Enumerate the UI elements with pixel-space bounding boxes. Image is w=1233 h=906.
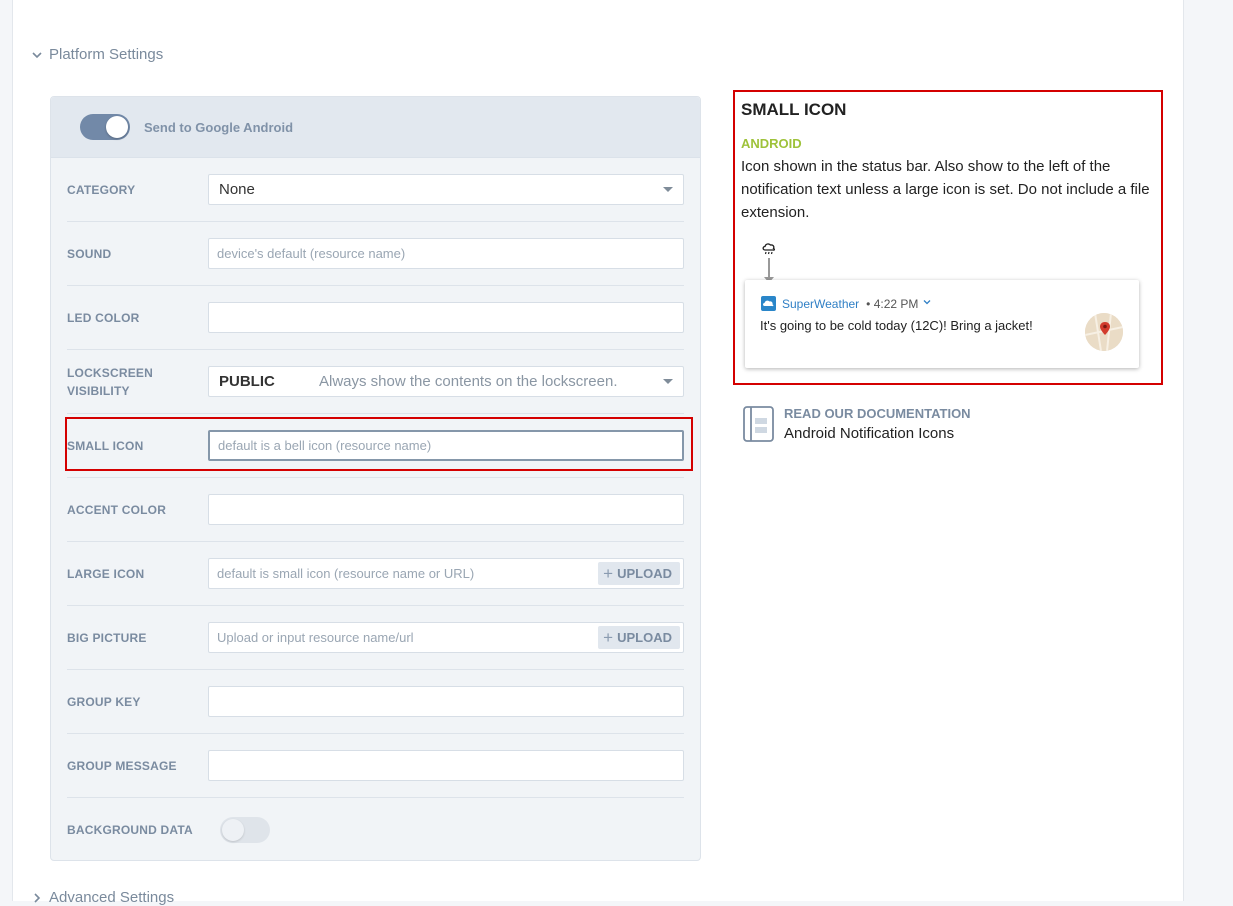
big-picture-upload-button[interactable]: + UPLOAD [598,626,680,649]
send-to-android-toggle[interactable] [80,114,130,140]
row-big-picture: BIG PICTURE + UPLOAD [67,606,684,670]
accent-color-input[interactable] [217,502,675,517]
document-icon [743,406,774,442]
app-cloud-icon [761,296,776,311]
led-color-input[interactable] [217,310,675,325]
row-lockscreen-visibility: LOCKSCREEN VISIBILITY PUBLIC Always show… [67,350,684,414]
plus-icon: + [603,628,614,647]
big-picture-field-wrap: + UPLOAD [208,622,684,653]
android-settings-panel: Send to Google Android CATEGORY None SOU… [50,96,701,861]
row-category: CATEGORY None [67,158,684,222]
info-title: SMALL ICON [741,100,847,119]
upload-label: UPLOAD [617,566,672,581]
row-group-key: GROUP KEY [67,670,684,734]
chevron-right-icon [31,892,43,904]
group-key-input[interactable] [217,694,675,709]
row-small-icon: SMALL ICON [67,414,684,478]
small-icon-input[interactable] [218,438,674,453]
page-container: Platform Settings Send to Google Android… [12,0,1184,906]
notification-header: SuperWeather • 4:22 PM [761,296,931,311]
group-key-field-wrap [208,686,684,717]
category-label: CATEGORY [67,182,136,197]
small-icon-info-box: SMALL ICON ANDROID Icon shown in the sta… [733,90,1163,385]
row-background-data: BACKGROUND DATA [67,798,684,862]
lockscreen-visibility-description: Always show the contents on the lockscre… [319,373,618,390]
row-accent-color: ACCENT COLOR [67,478,684,542]
upload-label: UPLOAD [617,630,672,645]
documentation-link[interactable]: READ OUR DOCUMENTATION Android Notificat… [743,406,971,442]
caret-down-icon [663,187,673,192]
advanced-settings-label: Advanced Settings [49,889,175,906]
documentation-title[interactable]: Android Notification Icons [784,425,971,442]
big-picture-label: BIG PICTURE [67,630,147,645]
info-description: Icon shown in the status bar. Also show … [741,158,1150,221]
led-color-field-wrap [208,302,684,333]
row-large-icon: LARGE ICON + UPLOAD [67,542,684,606]
group-message-label: GROUP MESSAGE [67,758,177,773]
sound-label: SOUND [67,246,112,261]
background-data-toggle[interactable] [220,817,270,843]
category-select[interactable]: None [208,174,684,205]
toggle-knob [106,116,128,138]
lockscreen-label-line2: VISIBILITY [67,383,130,398]
notification-message: It's going to be cold today (12C)! Bring… [760,318,1033,333]
toggle-knob [222,819,244,841]
row-group-message: GROUP MESSAGE [67,734,684,798]
panel-header: Send to Google Android [51,97,700,158]
sound-input[interactable] [217,246,675,261]
category-value: None [219,181,255,198]
small-icon-label: SMALL ICON [67,438,144,453]
sound-field-wrap [208,238,684,269]
accent-color-field-wrap [208,494,684,525]
large-icon-label: LARGE ICON [67,566,145,581]
accent-color-label: ACCENT COLOR [67,502,167,517]
row-sound: SOUND [67,222,684,286]
lockscreen-visibility-value: PUBLIC [219,373,275,390]
settings-rows: CATEGORY None SOUND LED COLOR [51,158,700,862]
lockscreen-visibility-label: LOCKSCREEN VISIBILITY [67,364,208,400]
lockscreen-label-line1: LOCKSCREEN [67,365,154,380]
group-key-label: GROUP KEY [67,694,141,709]
led-color-label: LED COLOR [67,310,140,325]
chevron-down-icon [923,298,931,309]
platform-settings-toggle[interactable]: Platform Settings [31,46,163,63]
send-to-android-label: Send to Google Android [144,119,294,135]
small-icon-field-wrap [208,430,684,461]
advanced-settings-toggle[interactable]: Advanced Settings [31,889,174,906]
large-icon-upload-button[interactable]: + UPLOAD [598,562,680,585]
info-platform: ANDROID [741,136,802,151]
notification-time: • 4:22 PM [866,296,919,311]
notification-preview: SuperWeather • 4:22 PM It's going to be … [745,280,1139,368]
documentation-text: READ OUR DOCUMENTATION Android Notificat… [784,406,971,442]
cloud-rain-icon [761,241,777,257]
group-message-field-wrap [208,750,684,781]
group-message-input[interactable] [217,758,675,773]
row-led-color: LED COLOR [67,286,684,350]
lockscreen-visibility-select[interactable]: PUBLIC Always show the contents on the l… [208,366,684,397]
documentation-kicker: READ OUR DOCUMENTATION [784,406,971,421]
large-icon-field-wrap: + UPLOAD [208,558,684,589]
pointer-arrow [764,258,774,283]
platform-settings-label: Platform Settings [49,46,164,63]
map-thumbnail-icon [1085,313,1123,351]
plus-icon: + [603,564,614,583]
background-data-label: BACKGROUND DATA [67,823,193,837]
notification-app-name: SuperWeather [782,296,860,311]
caret-down-icon [663,379,673,384]
chevron-down-icon [31,49,43,61]
